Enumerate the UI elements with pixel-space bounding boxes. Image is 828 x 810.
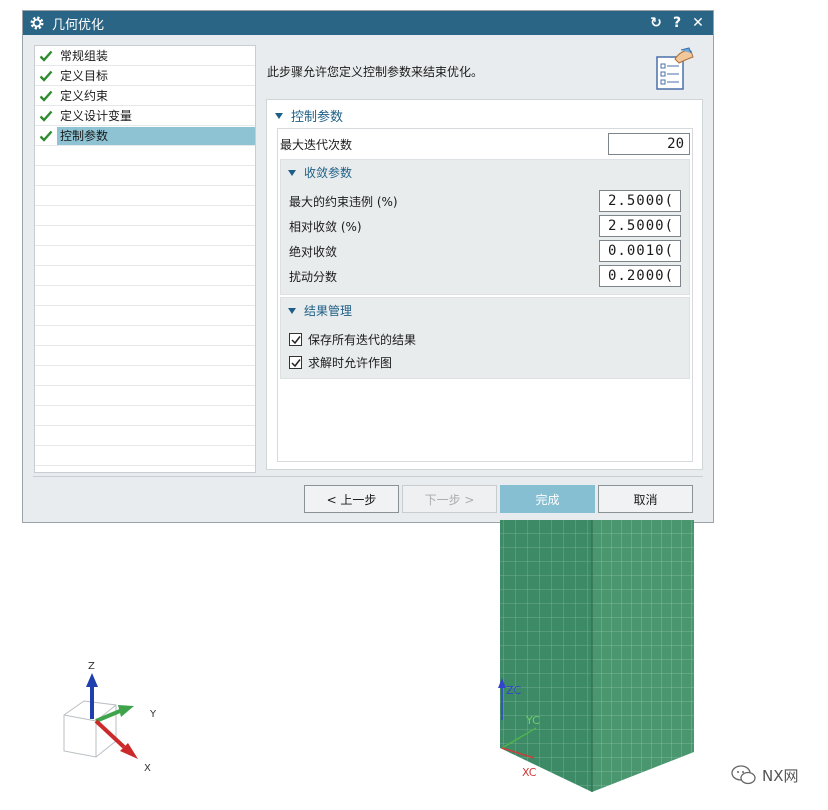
step-item-define-constraints[interactable]: 定义约束 bbox=[35, 86, 255, 106]
option-label: 求解时允许作图 bbox=[308, 356, 393, 370]
button-separator bbox=[33, 476, 703, 477]
control-parameters-body: 最大迭代次数 20 收敛参数 最大的约束违例 (%) 2.5000( 相对收敛 … bbox=[277, 128, 693, 462]
empty-step-row bbox=[35, 286, 255, 306]
next-button[interactable]: 下一步 > bbox=[402, 485, 497, 513]
max-constraint-violation-row: 最大的约束违例 (%) 2.5000( bbox=[289, 190, 681, 212]
empty-step-row bbox=[35, 386, 255, 406]
step-label: 常规组装 bbox=[60, 48, 109, 63]
absolute-convergence-input[interactable]: 0.0010( bbox=[599, 240, 681, 262]
results-management-header[interactable]: 结果管理 bbox=[288, 302, 352, 319]
step-item-define-objective[interactable]: 定义目标 bbox=[35, 66, 255, 86]
save-all-iterations-option[interactable]: 保存所有迭代的结果 bbox=[289, 331, 416, 348]
triad-y-label: Y bbox=[149, 709, 157, 720]
param-label: 最大的约束违例 (%) bbox=[289, 194, 398, 209]
empty-step-row bbox=[35, 206, 255, 226]
empty-step-row bbox=[35, 426, 255, 446]
perturbation-fraction-row: 扰动分数 0.2000( bbox=[289, 265, 681, 287]
step-description: 此步骤允许您定义控制参数来结束优化。 bbox=[267, 65, 484, 79]
step-item-control-parameters[interactable]: 控制参数 bbox=[35, 126, 255, 146]
relative-convergence-input[interactable]: 2.5000( bbox=[599, 215, 681, 237]
dialog-title: 几何优化 bbox=[52, 17, 105, 33]
close-icon[interactable]: ✕ bbox=[689, 14, 707, 32]
triad-z-label: Z bbox=[88, 661, 95, 672]
empty-step-row bbox=[35, 266, 255, 286]
perturbation-fraction-input[interactable]: 0.2000( bbox=[599, 265, 681, 287]
results-management-title: 结果管理 bbox=[304, 304, 353, 318]
results-management-group: 结果管理 保存所有迭代的结果 求解时允许作图 bbox=[280, 297, 690, 379]
parameters-panel: 控制参数 最大迭代次数 20 收敛参数 最大的约束违例 (%) 2.5000( … bbox=[266, 99, 703, 470]
collapse-triangle-icon bbox=[275, 112, 283, 119]
finish-button[interactable]: 完成 bbox=[500, 485, 595, 513]
step-label: 定义目标 bbox=[60, 68, 109, 83]
empty-step-row bbox=[35, 226, 255, 246]
param-label: 相对收敛 (%) bbox=[289, 219, 362, 234]
max-iterations-row: 最大迭代次数 20 bbox=[280, 133, 690, 155]
convergence-group: 收敛参数 最大的约束违例 (%) 2.5000( 相对收敛 (%) 2.5000… bbox=[280, 159, 690, 295]
param-label: 扰动分数 bbox=[289, 269, 338, 284]
checkmark-icon bbox=[290, 358, 301, 367]
step-list: 常规组装 定义目标 定义约束 定义设计变量 控制参数 bbox=[34, 45, 256, 473]
check-icon bbox=[39, 50, 53, 62]
dialog-titlebar[interactable]: 几何优化 ↻ ? ✕ bbox=[23, 11, 713, 35]
clipboard-checklist-icon bbox=[656, 47, 694, 90]
empty-step-row bbox=[35, 346, 255, 366]
step-item-general-assembly[interactable]: 常规组装 bbox=[35, 46, 255, 66]
step-label: 定义设计变量 bbox=[60, 108, 133, 123]
control-parameters-title: 控制参数 bbox=[291, 110, 344, 125]
checkmark-icon bbox=[290, 335, 301, 344]
meshed-column-model: ZC YC XC bbox=[498, 520, 694, 792]
orientation-triad: Z Y X bbox=[63, 661, 157, 774]
geometry-optimization-dialog: 几何优化 ↻ ? ✕ 常规组装 定义目标 定义约束 定义设计变量 控制参数 此步… bbox=[22, 10, 714, 523]
empty-step-row bbox=[35, 326, 255, 346]
model-zc-label: ZC bbox=[506, 684, 522, 697]
empty-step-row bbox=[35, 246, 255, 266]
param-label: 绝对收敛 bbox=[289, 244, 338, 259]
check-icon bbox=[39, 70, 53, 82]
watermark: NX网 bbox=[730, 764, 799, 786]
convergence-header[interactable]: 收敛参数 bbox=[288, 164, 352, 181]
option-label: 保存所有迭代的结果 bbox=[308, 333, 417, 347]
back-button[interactable]: < 上一步 bbox=[304, 485, 399, 513]
max-iterations-input[interactable]: 20 bbox=[608, 133, 690, 155]
model-xc-label: XC bbox=[522, 766, 537, 779]
check-icon bbox=[39, 90, 53, 102]
empty-step-row bbox=[35, 146, 255, 166]
wechat-icon bbox=[731, 765, 756, 785]
empty-step-rows bbox=[35, 146, 255, 466]
control-parameters-header[interactable]: 控制参数 bbox=[275, 106, 343, 125]
check-icon bbox=[39, 130, 53, 142]
empty-step-row bbox=[35, 406, 255, 426]
save-all-iterations-checkbox[interactable] bbox=[289, 333, 302, 346]
max-iterations-label: 最大迭代次数 bbox=[280, 137, 353, 152]
allow-plotting-checkbox[interactable] bbox=[289, 356, 302, 369]
step-item-define-design-variables[interactable]: 定义设计变量 bbox=[35, 106, 255, 126]
absolute-convergence-row: 绝对收敛 0.0010( bbox=[289, 240, 681, 262]
step-label: 定义约束 bbox=[60, 88, 109, 103]
max-constraint-violation-input[interactable]: 2.5000( bbox=[599, 190, 681, 212]
empty-step-row bbox=[35, 306, 255, 326]
gear-icon bbox=[30, 16, 44, 30]
allow-plotting-option[interactable]: 求解时允许作图 bbox=[289, 354, 392, 371]
check-icon bbox=[39, 110, 53, 122]
watermark-text: NX网 bbox=[762, 766, 799, 785]
reset-icon[interactable]: ↻ bbox=[647, 14, 665, 32]
empty-step-row bbox=[35, 446, 255, 466]
empty-step-row bbox=[35, 366, 255, 386]
model-yc-label: YC bbox=[525, 714, 540, 727]
step-label: 控制参数 bbox=[57, 126, 255, 145]
empty-step-row bbox=[35, 166, 255, 186]
empty-step-row bbox=[35, 186, 255, 206]
help-icon[interactable]: ? bbox=[668, 14, 686, 32]
triad-x-label: X bbox=[144, 763, 151, 774]
cancel-button[interactable]: 取消 bbox=[598, 485, 693, 513]
collapse-triangle-icon bbox=[288, 307, 296, 314]
relative-convergence-row: 相对收敛 (%) 2.5000( bbox=[289, 215, 681, 237]
collapse-triangle-icon bbox=[288, 169, 296, 176]
convergence-title: 收敛参数 bbox=[304, 166, 353, 180]
